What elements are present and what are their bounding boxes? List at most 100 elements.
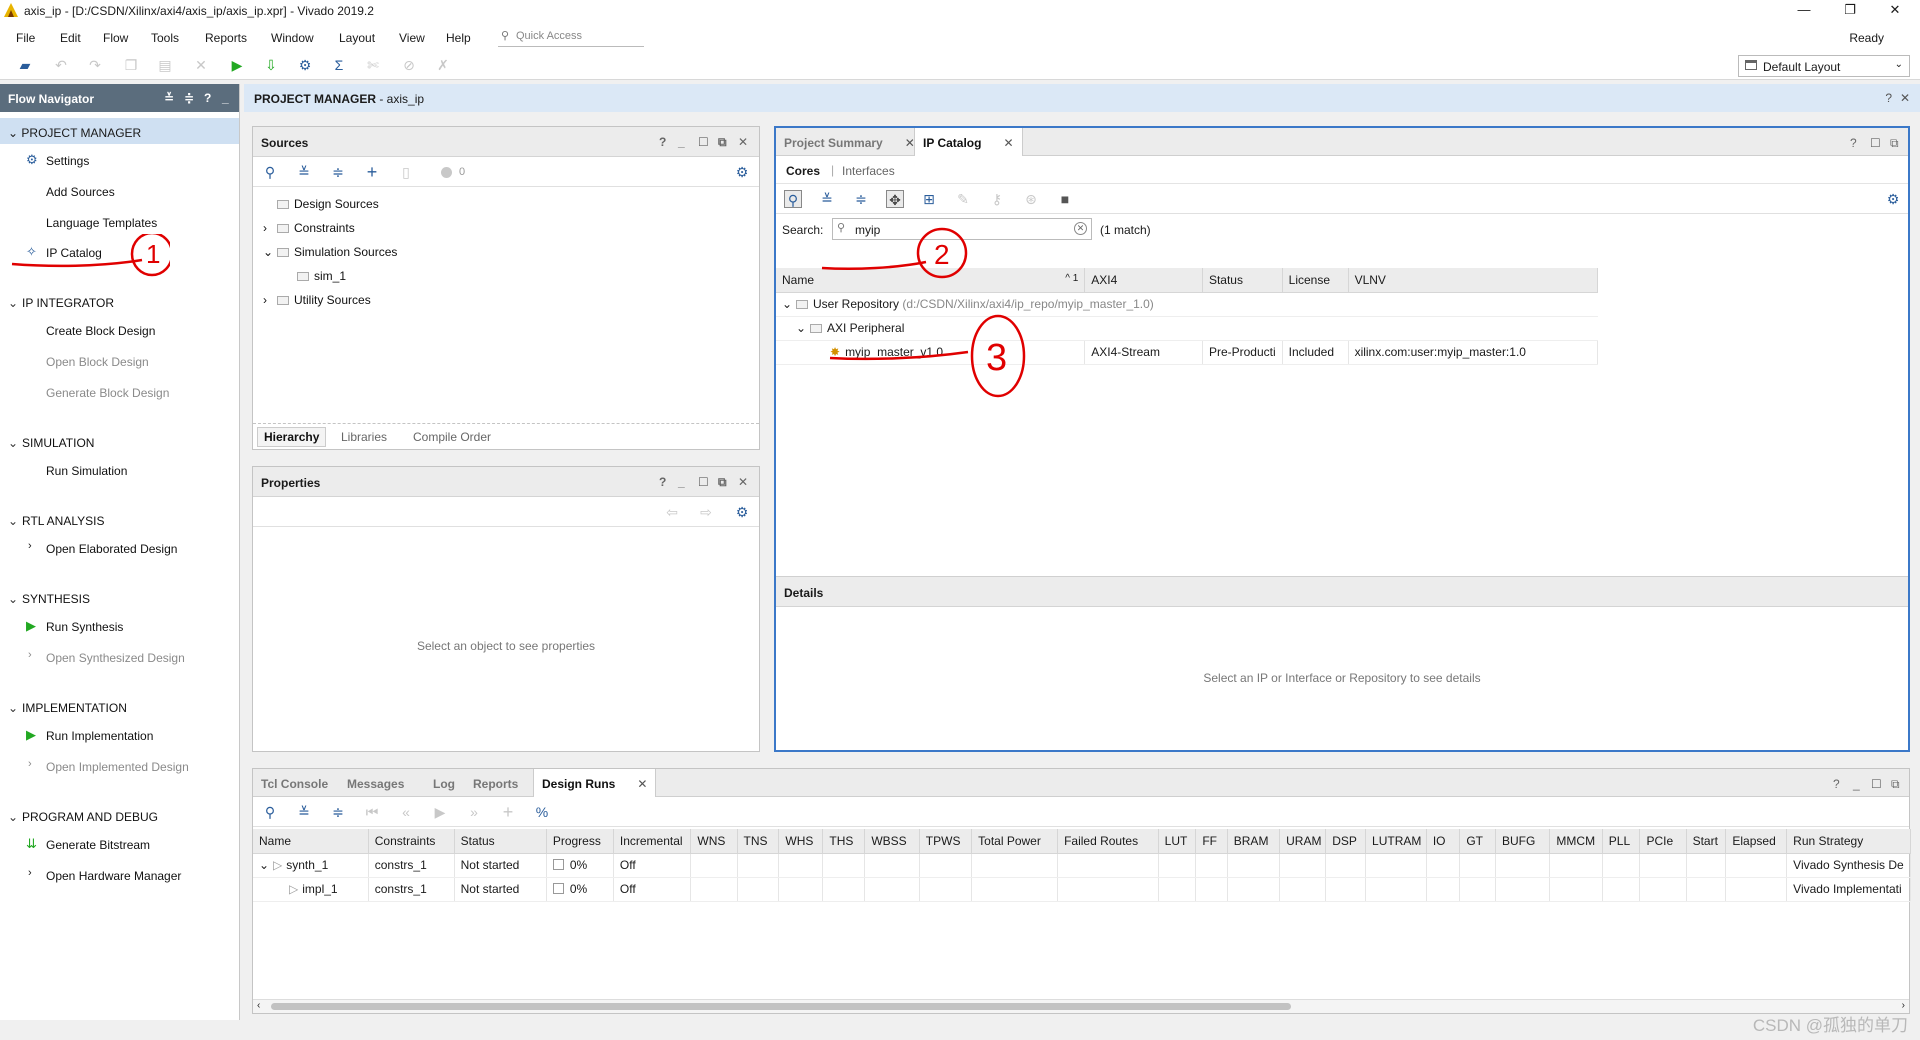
table-row[interactable]: ⌄ User Repository (d:/CSDN/Xilinx/axi4/ip… — [776, 292, 1598, 317]
settings-gear-icon[interactable]: ⚙ — [296, 56, 314, 74]
section-implementation[interactable]: ⌄ IMPLEMENTATION — [8, 701, 127, 715]
close-icon[interactable]: ✕ — [738, 475, 748, 489]
tab-tcl-console[interactable]: Tcl Console — [253, 769, 336, 797]
quick-access-input[interactable]: ⚲ Quick Access — [498, 27, 644, 47]
menu-reports[interactable]: Reports — [205, 31, 247, 45]
tree-utility-sources[interactable]: › Utility Sources — [263, 293, 371, 307]
back-arrow-icon[interactable]: ⇦ — [663, 503, 681, 521]
nav-run-implementation[interactable]: Run Implementation — [46, 729, 153, 743]
nav-run-synthesis[interactable]: Run Synthesis — [46, 620, 123, 634]
add-icon[interactable]: + — [499, 803, 517, 821]
filter-icon[interactable]: ✥ — [886, 190, 904, 208]
minimize-icon[interactable]: _ — [678, 475, 685, 489]
runs-col-failed-routes[interactable]: Failed Routes — [1057, 829, 1159, 854]
paste-icon[interactable]: ▤ — [156, 56, 174, 74]
tool-b-icon[interactable]: ⊘ — [400, 56, 418, 74]
help-icon[interactable]: ? — [1885, 91, 1892, 105]
copy-icon[interactable]: ❐ — [122, 56, 140, 74]
nav-open-block-design[interactable]: Open Block Design — [46, 355, 149, 369]
tool-a-icon[interactable]: ✄ — [364, 56, 382, 74]
maximize-icon[interactable]: ☐ — [698, 475, 709, 489]
scroll-right-icon[interactable]: › — [1902, 1000, 1905, 1011]
tab-design-runs[interactable]: Design Runs ✕ — [533, 769, 657, 797]
section-ip-integrator[interactable]: ⌄ IP INTEGRATOR — [8, 296, 114, 310]
menu-file[interactable]: File — [16, 31, 35, 45]
runs-col-bram[interactable]: BRAM — [1227, 829, 1281, 854]
search-icon[interactable]: ⚲ — [261, 803, 279, 821]
runs-col-wbss[interactable]: WBSS — [864, 829, 920, 854]
help-icon[interactable]: ? — [659, 135, 666, 149]
search-icon[interactable]: ⚲ — [261, 163, 279, 181]
runs-col-name[interactable]: Name — [253, 829, 369, 854]
runs-col-ths[interactable]: THS — [822, 829, 866, 854]
runs-col-elapsed[interactable]: Elapsed — [1725, 829, 1788, 854]
tab-ip-catalog[interactable]: IP Catalog ✕ — [914, 128, 1023, 156]
nav-open-elaborated-design[interactable]: Open Elaborated Design — [46, 542, 177, 556]
menu-layout[interactable]: Layout — [339, 31, 375, 45]
help-icon[interactable]: ? — [1833, 777, 1840, 791]
file-icon[interactable]: ▯ — [397, 163, 415, 181]
runs-col-constraints[interactable]: Constraints — [368, 829, 455, 854]
runs-col-gt[interactable]: GT — [1459, 829, 1496, 854]
expand-all-icon[interactable]: ≑ — [184, 91, 194, 105]
float-icon[interactable]: ⧉ — [718, 135, 727, 150]
float-icon[interactable]: ⧉ — [1890, 136, 1899, 151]
nav-language-templates[interactable]: Language Templates — [46, 216, 157, 230]
close-icon[interactable]: ✕ — [738, 135, 748, 149]
tree-constraints[interactable]: › Constraints — [263, 221, 355, 235]
expand-all-icon[interactable]: ≑ — [852, 190, 870, 208]
forward-arrow-icon[interactable]: ⇨ — [697, 503, 715, 521]
close-icon[interactable]: ✕ — [637, 777, 647, 791]
stop-icon[interactable]: ■ — [1056, 190, 1074, 208]
runs-col-whs[interactable]: WHS — [778, 829, 824, 854]
maximize-icon[interactable]: ☐ — [1870, 136, 1881, 150]
section-simulation[interactable]: ⌄ SIMULATION — [8, 436, 94, 450]
runs-col-pll[interactable]: PLL — [1602, 829, 1641, 854]
search-icon[interactable]: ⚲ — [784, 190, 802, 208]
chip-icon[interactable]: ⊛ — [1022, 190, 1040, 208]
tab-libraries[interactable]: Libraries — [341, 430, 387, 444]
nav-run-simulation[interactable]: Run Simulation — [46, 464, 127, 478]
expand-all-icon[interactable]: ≑ — [329, 803, 347, 821]
runs-col-ff[interactable]: FF — [1195, 829, 1228, 854]
tree-design-sources[interactable]: Design Sources — [277, 197, 379, 211]
hierarchy-icon[interactable]: ⊞ — [920, 190, 938, 208]
runs-col-io[interactable]: IO — [1426, 829, 1461, 854]
menu-edit[interactable]: Edit — [60, 31, 81, 45]
bitstream-icon[interactable]: ⇩ — [262, 56, 280, 74]
runs-col-run-strategy[interactable]: Run Strategy — [1786, 829, 1911, 854]
col-axi4[interactable]: AXI4 — [1084, 268, 1203, 293]
col-license[interactable]: License — [1282, 268, 1349, 293]
menu-view[interactable]: View — [399, 31, 425, 45]
redo-icon[interactable]: ↷ — [86, 56, 104, 74]
close-icon[interactable]: ✕ — [1003, 136, 1013, 150]
clear-search-icon[interactable]: ✕ — [1074, 222, 1087, 235]
close-icon[interactable]: ✕ — [1900, 91, 1910, 105]
minimize-icon[interactable]: _ — [1853, 777, 1860, 791]
section-synthesis[interactable]: ⌄ SYNTHESIS — [8, 592, 90, 606]
nav-open-hardware-manager[interactable]: Open Hardware Manager — [46, 869, 181, 883]
percent-icon[interactable]: % — [533, 803, 551, 821]
tree-sim-1[interactable]: sim_1 — [297, 269, 346, 283]
section-project-manager[interactable]: ⌄ PROJECT MANAGER — [0, 118, 239, 144]
runs-col-dsp[interactable]: DSP — [1325, 829, 1367, 854]
float-icon[interactable]: ⧉ — [1891, 777, 1900, 792]
wrench-icon[interactable]: ✎ — [954, 190, 972, 208]
runs-col-incremental[interactable]: Incremental — [613, 829, 692, 854]
help-icon[interactable]: ? — [659, 475, 666, 489]
close-window-button[interactable]: ✕ — [1885, 2, 1905, 18]
runs-col-total-power[interactable]: Total Power — [971, 829, 1059, 854]
minimize-panel-icon[interactable]: _ — [222, 91, 229, 105]
minimize-button[interactable]: — — [1794, 2, 1814, 17]
section-program-and-debug[interactable]: ⌄ PROGRAM AND DEBUG — [8, 810, 158, 824]
float-icon[interactable]: ⧉ — [718, 475, 727, 490]
collapse-all-icon[interactable]: ≚ — [295, 803, 313, 821]
previous-icon[interactable]: « — [397, 803, 415, 821]
menu-window[interactable]: Window — [271, 31, 314, 45]
tab-log[interactable]: Log — [425, 769, 463, 797]
nav-open-implemented-design[interactable]: Open Implemented Design — [46, 760, 189, 774]
runs-col-tpws[interactable]: TPWS — [919, 829, 973, 854]
menu-help[interactable]: Help — [446, 31, 471, 45]
maximize-icon[interactable]: ☐ — [698, 135, 709, 149]
add-icon[interactable]: + — [363, 163, 381, 181]
